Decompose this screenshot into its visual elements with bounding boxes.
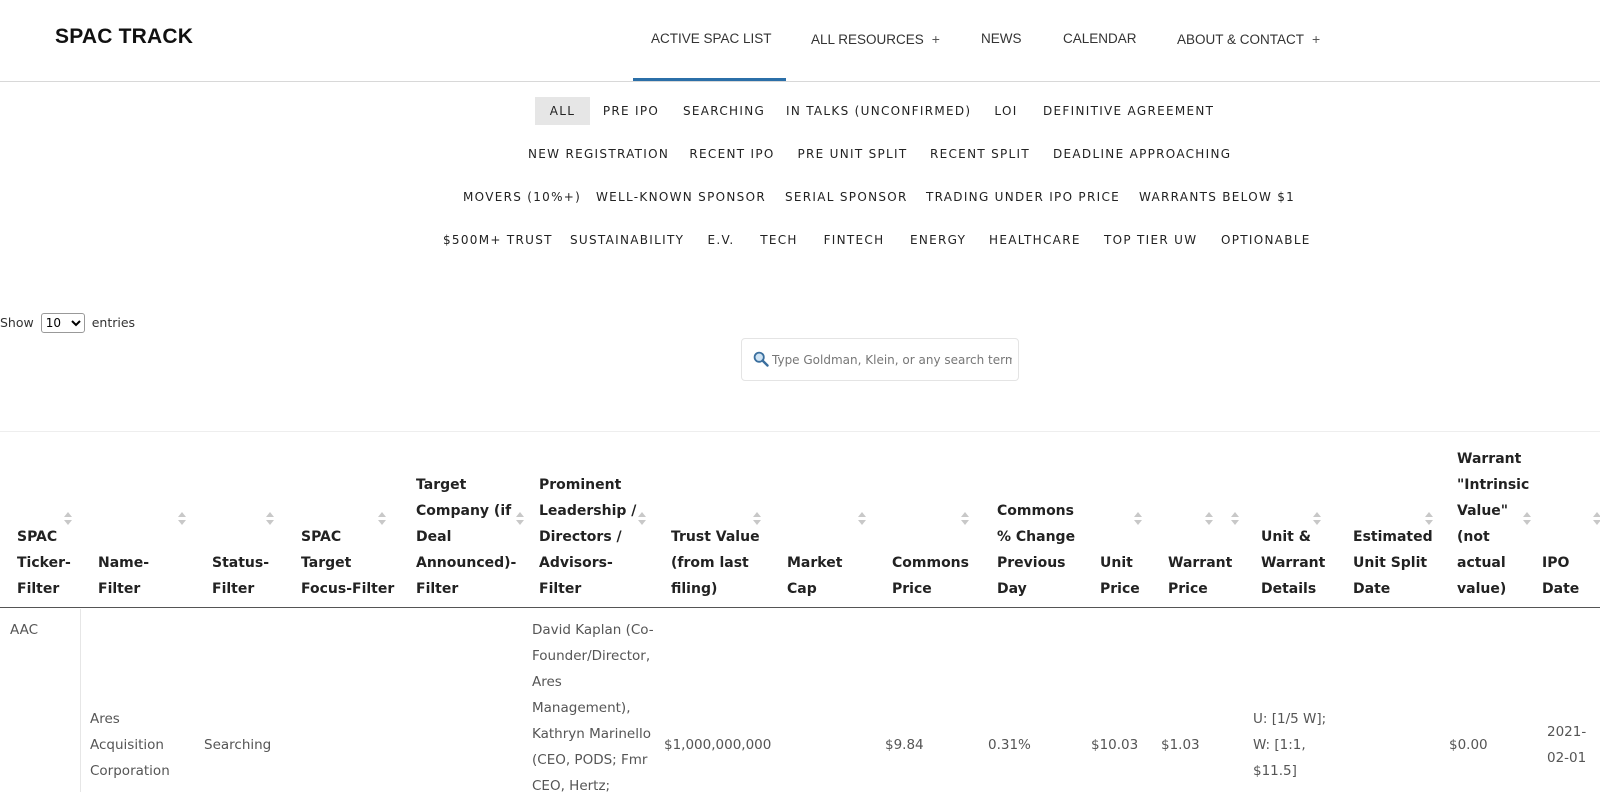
filter-loi[interactable]: LOI <box>988 97 1024 125</box>
filter-pre-ipo[interactable]: PRE IPO <box>600 97 662 125</box>
column-header-label: Status- Filter <box>212 555 270 597</box>
sort-arrows-icon[interactable] <box>1134 512 1142 526</box>
filter-trading-under-ipo-price[interactable]: TRADING UNDER IPO PRICE <box>926 183 1119 211</box>
cell-leadership: David Kaplan (Co- Founder/Director, Ares… <box>532 622 654 792</box>
column-header-label: Warrant Price <box>1168 555 1233 597</box>
filter-new-registration[interactable]: NEW REGISTRATION <box>528 140 668 168</box>
search-input[interactable] <box>772 349 1012 371</box>
filter-row: ALL PRE IPO SEARCHING IN TALKS (UNCONFIR… <box>0 97 1600 127</box>
column-header-label: SPAC Ticker- Filter <box>17 529 71 597</box>
filter-top-tier-uw[interactable]: TOP TIER UW <box>1104 226 1196 254</box>
nav-label: CALENDAR <box>1063 31 1137 46</box>
filter-energy[interactable]: ENERGY <box>910 226 966 254</box>
filter-movers[interactable]: MOVERS (10%+) <box>463 183 580 211</box>
search-box <box>741 338 1019 381</box>
filter-in-talks[interactable]: IN TALKS (UNCONFIRMED) <box>786 97 970 125</box>
sort-arrows-icon[interactable] <box>961 512 969 526</box>
cell-ticker: AAC <box>10 622 39 638</box>
spac-table: SPAC Ticker- Filter Name- Filter Status- F… <box>0 432 1600 792</box>
column-header-label: Commons Price <box>892 555 969 597</box>
column-header-label: Warrant "Intrinsic Value" (not actual va… <box>1457 451 1530 597</box>
filter-definitive-agreement[interactable]: DEFINITIVE AGREEMENT <box>1043 97 1213 125</box>
column-header-label: Market Cap <box>787 555 843 597</box>
filter-row: MOVERS (10%+) WELL-KNOWN SPONSOR SERIAL … <box>0 183 1600 213</box>
sort-arrows-icon[interactable] <box>378 512 386 526</box>
nav-label: ACTIVE SPAC LIST <box>651 31 772 46</box>
column-header-label: Unit Price <box>1100 555 1140 597</box>
column-header-label: Commons % Change Previous Day <box>997 503 1076 597</box>
cell-warrant-price: $1.03 <box>1161 737 1200 753</box>
filter-fintech[interactable]: FINTECH <box>823 226 885 254</box>
sort-arrows-icon[interactable] <box>266 512 274 526</box>
filter-warrants-below-1[interactable]: WARRANTS BELOW $1 <box>1139 183 1294 211</box>
column-header-label: IPO Date <box>1542 555 1580 597</box>
sort-arrows-icon[interactable] <box>1425 512 1433 526</box>
nav-item-calendar[interactable]: CALENDAR <box>1063 31 1137 46</box>
filter-all[interactable]: ALL <box>535 97 590 125</box>
cell-status: Searching <box>204 737 272 753</box>
sort-arrows-icon[interactable] <box>1231 512 1239 526</box>
table-row[interactable]: AAC Ares Acquisition Corporation Searching… <box>0 609 1600 792</box>
nav-item-news[interactable]: NEWS <box>981 31 1022 46</box>
length-menu: Show 10 entries <box>0 313 135 333</box>
filter-sustainability[interactable]: SUSTAINABILITY <box>570 226 684 254</box>
column-header-label: Name- Filter <box>98 555 150 597</box>
filter-recent-split[interactable]: RECENT SPLIT <box>929 140 1031 168</box>
nav-label: ABOUT & CONTACT <box>1177 32 1305 47</box>
sort-arrows-icon[interactable] <box>638 512 646 526</box>
filter-row: NEW REGISTRATION RECENT IPO PRE UNIT SPL… <box>0 140 1600 170</box>
site-logo[interactable]: SPAC TRACK <box>55 25 193 49</box>
filter-recent-ipo[interactable]: RECENT IPO <box>689 140 775 168</box>
show-label: Show <box>0 315 34 330</box>
nav-item-about-contact[interactable]: ABOUT & CONTACT + <box>1177 31 1320 47</box>
filter-row: $500M+ TRUST SUSTAINABILITY E.V. TECH FI… <box>0 226 1600 256</box>
nav-item-all-resources[interactable]: ALL RESOURCES + <box>811 31 940 47</box>
sort-arrows-icon[interactable] <box>858 512 866 526</box>
sort-arrows-icon[interactable] <box>178 512 186 526</box>
sort-arrows-icon[interactable] <box>1593 512 1600 526</box>
nav-label: NEWS <box>981 31 1022 46</box>
sort-arrows-icon[interactable] <box>516 512 524 526</box>
entries-select[interactable]: 10 <box>40 313 85 333</box>
column-header-label: Trust Value (from last filing) <box>671 529 760 597</box>
entries-label: entries <box>91 315 136 330</box>
filter-searching[interactable]: SEARCHING <box>683 97 765 125</box>
cell-unit-price: $10.03 <box>1091 737 1139 753</box>
sort-arrows-icon[interactable] <box>1313 512 1321 526</box>
filter-serial-sponsor[interactable]: SERIAL SPONSOR <box>785 183 906 211</box>
filter-tech[interactable]: TECH <box>760 226 798 254</box>
filter-optionable[interactable]: OPTIONABLE <box>1221 226 1309 254</box>
sort-arrows-icon[interactable] <box>753 512 761 526</box>
cell-name: Ares Acquisition Corporation <box>90 711 170 779</box>
column-header-label: Prominent Leadership / Directors / Advis… <box>539 477 637 597</box>
filter-healthcare[interactable]: HEALTHCARE <box>989 226 1079 254</box>
filter-500m-trust[interactable]: $500M+ TRUST <box>443 226 551 254</box>
sort-arrows-icon[interactable] <box>1523 512 1531 526</box>
filter-ev[interactable]: E.V. <box>706 226 736 254</box>
plus-icon: + <box>1312 31 1321 47</box>
column-header-label: SPAC Target Focus-Filter <box>301 529 395 597</box>
cell-commons-price: $9.84 <box>885 737 924 753</box>
column-header-label: Unit & Warrant Details <box>1261 529 1326 597</box>
column-divider <box>80 609 81 792</box>
sort-arrows-icon[interactable] <box>64 512 72 526</box>
active-nav-indicator <box>633 78 786 81</box>
table-header: SPAC Ticker- Filter Name- Filter Status- F… <box>0 432 1600 608</box>
cell-intrinsic-value: $0.00 <box>1449 737 1488 753</box>
nav-item-active-spac-list[interactable]: ACTIVE SPAC LIST <box>651 31 772 46</box>
column-header-label: Target Company (if Deal Announced)- Filt… <box>416 477 517 597</box>
plus-icon: + <box>931 31 940 47</box>
cell-ipo-date: 2021- 02-01 <box>1547 724 1587 766</box>
filter-deadline-approaching[interactable]: DEADLINE APPROACHING <box>1053 140 1230 168</box>
sort-arrows-icon[interactable] <box>1205 512 1213 526</box>
cell-unit-warrant-details: U: [1/5 W]; W: [1:1, $11.5] <box>1253 711 1327 779</box>
column-header-label: Estimated Unit Split Date <box>1353 529 1433 597</box>
filter-pre-unit-split[interactable]: PRE UNIT SPLIT <box>797 140 908 168</box>
cell-commons-change: 0.31% <box>988 737 1031 753</box>
site-header: SPAC TRACK ACTIVE SPAC LIST ALL RESOURCE… <box>0 0 1600 82</box>
filter-well-known-sponsor[interactable]: WELL-KNOWN SPONSOR <box>596 183 765 211</box>
search-icon <box>753 351 769 367</box>
nav-label: ALL RESOURCES <box>811 32 924 47</box>
cell-trust-value: $1,000,000,000 <box>664 737 772 753</box>
